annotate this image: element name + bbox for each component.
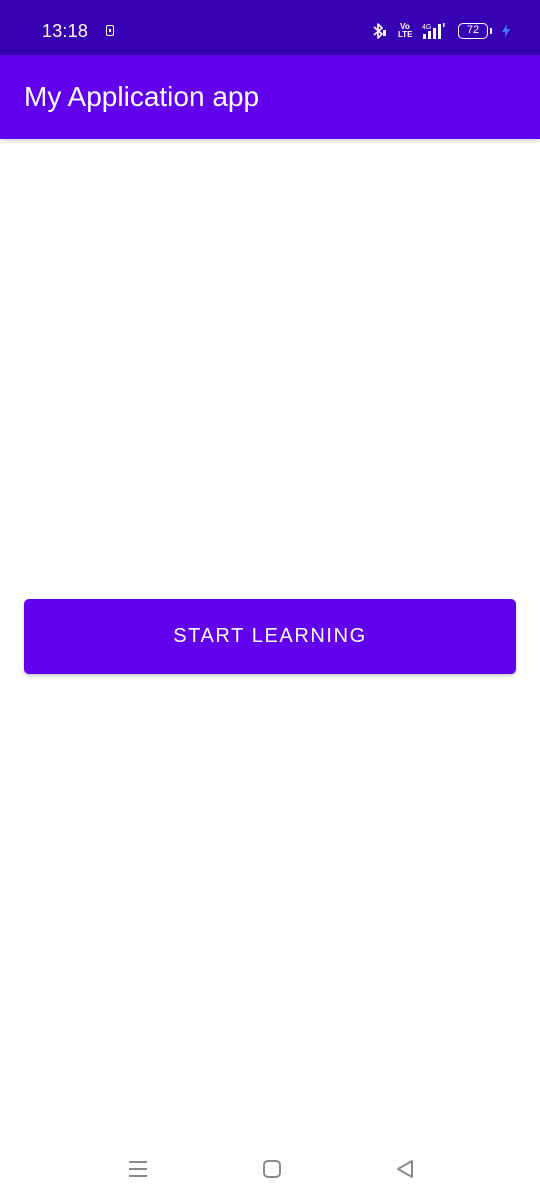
network-type-label: 4G [422, 24, 431, 31]
charging-icon [502, 24, 510, 38]
menu-icon[interactable] [120, 1154, 156, 1184]
status-time: 13:18 [42, 21, 89, 41]
status-icons: Vo LTE 4G 72 [372, 20, 510, 42]
app-title: My Application app [24, 81, 260, 112]
back-icon[interactable] [387, 1154, 423, 1184]
sim-icon [106, 25, 114, 36]
app-bar: My Application app [0, 55, 540, 139]
volte-icon: Vo LTE [398, 22, 413, 39]
battery-level: 72 [458, 23, 488, 39]
status-bar: 13:18 Vo LTE 4G 72 [0, 0, 540, 55]
app-screen: 13:18 Vo LTE 4G 72 My Application app ST… [0, 0, 540, 1200]
home-icon[interactable] [254, 1154, 290, 1184]
signal-icon: 4G [422, 22, 448, 40]
bluetooth-icon [372, 22, 388, 40]
battery-icon: 72 [458, 23, 492, 39]
start-learning-button[interactable]: START LEARNING [24, 599, 516, 674]
navigation-bar [0, 1140, 540, 1200]
